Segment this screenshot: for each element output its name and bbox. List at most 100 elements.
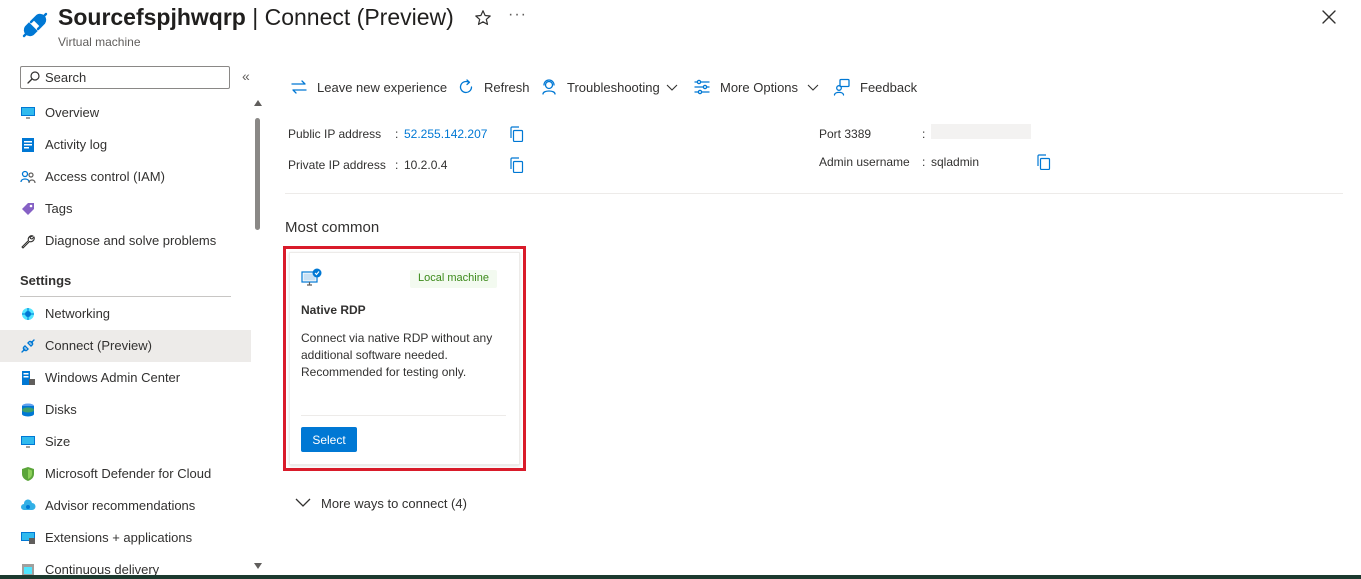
label-separator: : [395,158,399,172]
scroll-up-arrow-icon[interactable] [254,100,262,106]
leave-new-experience-button[interactable]: Leave new experience [290,76,448,100]
label-separator: : [395,127,399,141]
shield-icon [22,467,34,481]
troubleshooting-button[interactable]: Troubleshooting [540,76,680,100]
most-common-heading: Most common [285,219,380,236]
public-ip-value[interactable]: 52.255.142.207 [404,127,487,141]
wrench-icon [21,235,35,249]
sidebar-item-tags[interactable]: Tags [0,193,251,225]
chevron-down-icon [666,84,678,91]
card-description: Connect via native RDP without any addit… [301,331,493,379]
menu-search-box[interactable] [20,66,230,89]
section-divider [20,296,231,297]
toolbar-label: Leave new experience [317,80,448,95]
toolbar-label: Feedback [860,80,918,95]
sidebar-item-label: Connect (Preview) [45,338,152,353]
connect-plug-icon [22,12,48,38]
copy-icon[interactable] [509,157,524,173]
sidebar-item-extensions[interactable]: Extensions + applications [0,522,251,554]
sidebar-item-overview[interactable]: Overview [0,97,251,129]
sidebar-item-label: Access control (IAM) [45,169,165,184]
page-title: Sourcefspjhwqrp | Connect (Preview) [58,4,454,31]
sidebar-item-connect[interactable]: Connect (Preview) [0,330,251,362]
connect-plug-icon [21,339,35,353]
advisor-cloud-icon [21,499,36,510]
sidebar-item-size[interactable]: Size [0,426,251,458]
sidebar-item-label: Diagnose and solve problems [45,233,217,248]
networking-icon [22,308,34,320]
label-separator: : [922,127,926,141]
private-ip-label: Private IP address [288,158,386,172]
activity-log-icon [22,138,34,152]
sidebar-item-label: Tags [45,201,73,216]
card-divider [301,415,506,416]
toolbar-label: Refresh [484,80,530,95]
settings-section-label: Settings [20,273,72,288]
page-title-suffix: | Connect (Preview) [245,4,454,30]
sidebar-item-label: Overview [45,105,100,120]
label-separator: : [922,155,926,169]
switch-arrows-icon [291,80,307,94]
favorite-star-icon[interactable] [474,9,492,27]
private-ip-value: 10.2.0.4 [404,158,448,172]
more-actions-button[interactable]: ··· [508,6,527,24]
size-monitor-icon [21,436,35,448]
resource-menu: « Overview Activity log Access control (… [0,60,265,579]
more-options-button[interactable]: More Options [693,76,823,100]
feedback-person-icon [833,78,850,96]
search-input[interactable] [45,69,225,86]
close-icon[interactable] [1320,8,1338,26]
admin-username-label: Admin username [819,155,910,169]
collapse-menu-button[interactable]: « [242,68,250,84]
page-header: Sourcefspjhwqrp | Connect (Preview) Virt… [0,0,1361,60]
disk-icon [22,403,34,417]
taskbar-edge [0,575,1361,579]
port-value-masked [931,124,1031,139]
sidebar-item-label: Extensions + applications [45,530,193,545]
toolbar-label: Troubleshooting [567,80,660,95]
search-icon [27,71,40,84]
local-machine-badge: Local machine [410,270,497,288]
section-divider [285,193,1343,194]
sidebar-item-diagnose[interactable]: Diagnose and solve problems [0,225,251,257]
public-ip-label: Public IP address [288,127,382,141]
sidebar-item-networking[interactable]: Networking [0,298,251,330]
sidebar-item-activity-log[interactable]: Activity log [0,129,251,161]
feedback-button[interactable]: Feedback [833,76,923,100]
resource-type: Virtual machine [58,35,141,49]
refresh-button[interactable]: Refresh [457,76,530,100]
sidebar-item-advisor[interactable]: Advisor recommendations [0,490,251,522]
troubleshooting-person-icon [542,79,556,95]
chevron-down-icon [295,498,311,507]
scrollbar-thumb[interactable] [255,118,260,230]
chevron-down-icon [807,84,819,91]
toolbar-label: More Options [720,80,799,95]
sidebar-item-defender[interactable]: Microsoft Defender for Cloud [0,458,251,490]
tag-icon [22,203,34,215]
refresh-icon [459,79,473,94]
native-rdp-card: Local machine Native RDP Connect via nat… [289,252,520,465]
scroll-down-arrow-icon[interactable] [254,563,262,569]
copy-icon[interactable] [509,126,524,142]
select-button[interactable]: Select [301,427,357,452]
sidebar-item-label: Disks [45,402,77,417]
sidebar-item-access-control[interactable]: Access control (IAM) [0,161,251,193]
port-label: Port 3389 [819,127,872,141]
sidebar-item-label: Windows Admin Center [45,370,181,385]
sidebar-item-label: Networking [45,306,111,321]
sidebar-item-windows-admin-center[interactable]: Windows Admin Center [0,362,251,394]
sidebar-item-disks[interactable]: Disks [0,394,251,426]
sidebar-item-label: Advisor recommendations [45,498,196,513]
resource-name: Sourcefspjhwqrp [58,4,246,30]
admin-username-value: sqladmin [931,155,980,169]
iam-people-icon [20,170,36,184]
extensions-icon [21,532,35,544]
sidebar-scrollbar[interactable] [253,100,263,575]
sidebar-item-label: Microsoft Defender for Cloud [45,466,212,481]
more-ways-label: More ways to connect (4) [321,496,467,511]
monitor-icon [21,107,35,119]
sidebar-item-label: Size [45,434,71,449]
copy-icon[interactable] [1036,154,1051,170]
rdp-monitor-icon [301,268,322,286]
command-bar: Leave new experience Refresh Troubleshoo… [290,76,990,100]
